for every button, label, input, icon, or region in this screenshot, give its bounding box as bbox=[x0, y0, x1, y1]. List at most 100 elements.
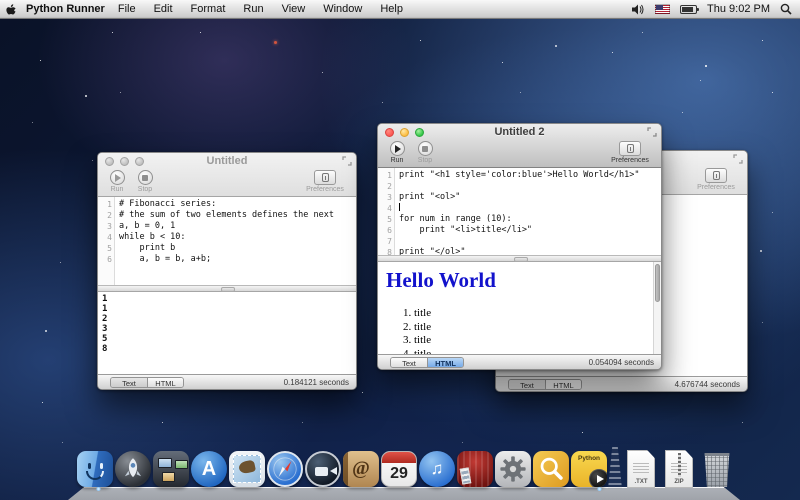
line-number-gutter: 12 34 56 78 bbox=[378, 168, 395, 255]
code-line[interactable]: a, b = 0, 1 bbox=[119, 221, 356, 232]
html-output-pane[interactable]: Hello World title title title title titl… bbox=[378, 262, 661, 354]
run-button[interactable]: Run bbox=[104, 170, 130, 193]
code-line[interactable] bbox=[399, 181, 661, 192]
output-line: 8 bbox=[102, 344, 352, 354]
dock-mail-icon[interactable] bbox=[227, 449, 267, 489]
pane-splitter[interactable] bbox=[98, 285, 356, 292]
menu-view[interactable]: View bbox=[282, 3, 306, 15]
finder-running-indicator bbox=[96, 487, 101, 491]
code-line[interactable]: print b bbox=[119, 243, 356, 254]
play-icon bbox=[395, 145, 401, 153]
fullscreen-icon[interactable] bbox=[342, 156, 352, 166]
code-line[interactable]: print "</ol>" bbox=[399, 247, 661, 255]
text-cursor bbox=[399, 203, 400, 211]
code-editor[interactable]: 12 34 56 # Fibonacci series: # the sum o… bbox=[98, 197, 356, 285]
battery-icon[interactable] bbox=[680, 5, 697, 14]
minimize-button[interactable] bbox=[400, 128, 409, 137]
code-line[interactable] bbox=[399, 236, 661, 247]
dock-system-preferences-icon[interactable] bbox=[493, 449, 533, 489]
preferences-icon bbox=[322, 173, 329, 182]
tab-html[interactable]: HTML bbox=[147, 378, 183, 387]
stop-icon bbox=[422, 146, 428, 152]
apple-menu[interactable] bbox=[0, 2, 22, 17]
dock-safari-icon[interactable] bbox=[265, 449, 305, 489]
scrollbar[interactable] bbox=[653, 262, 661, 354]
menu-clock[interactable]: Thu 9:02 PM bbox=[707, 3, 770, 15]
zoom-button[interactable] bbox=[135, 157, 144, 166]
code-line[interactable]: print "<li>title</li>" bbox=[399, 225, 661, 236]
preferences-button[interactable]: Preferences bbox=[690, 168, 742, 191]
pane-splitter[interactable] bbox=[378, 255, 661, 262]
code-line[interactable]: # Fibonacci series: bbox=[119, 199, 356, 210]
dock-address-book-icon[interactable]: @ bbox=[341, 449, 381, 489]
output-line: 3 bbox=[102, 324, 352, 334]
titlebar-untitled[interactable]: Untitled bbox=[98, 153, 356, 169]
tab-text[interactable]: Text bbox=[391, 358, 427, 367]
code-line[interactable]: # the sum of two elements defines the ne… bbox=[119, 210, 356, 221]
menu-edit[interactable]: Edit bbox=[154, 3, 173, 15]
menu-file[interactable]: File bbox=[118, 3, 136, 15]
dock-mission-control-icon[interactable] bbox=[151, 449, 191, 489]
play-icon bbox=[115, 174, 121, 182]
menu-run[interactable]: Run bbox=[243, 3, 263, 15]
dock: A @ 29 ♫ bbox=[76, 447, 736, 489]
menu-window[interactable]: Window bbox=[323, 3, 362, 15]
menu-format[interactable]: Format bbox=[191, 3, 226, 15]
code-editor[interactable]: 12 34 56 78 print "<h1 style='color:blue… bbox=[378, 168, 661, 255]
fullscreen-icon[interactable] bbox=[647, 127, 657, 137]
menu-app-name[interactable]: Python Runner bbox=[26, 3, 105, 15]
titlebar-untitled-2[interactable]: Untitled 2 bbox=[378, 124, 661, 140]
stop-button[interactable]: Stop bbox=[132, 170, 158, 193]
output-line: 1 bbox=[102, 294, 352, 304]
dock-ical-icon[interactable]: 29 bbox=[379, 449, 419, 489]
execution-time: 0.184121 seconds bbox=[284, 378, 349, 387]
fullscreen-icon[interactable] bbox=[733, 154, 743, 164]
close-button[interactable] bbox=[105, 157, 114, 166]
html-output-list: title title title title title title bbox=[414, 307, 653, 354]
html-output-heading: Hello World bbox=[386, 268, 653, 293]
dock-photo-booth-icon[interactable] bbox=[455, 449, 495, 489]
output-line: 5 bbox=[102, 334, 352, 344]
dock-zip-file-icon[interactable]: ZIP bbox=[659, 449, 699, 489]
window-untitled[interactable]: Untitled Run Stop Preferences bbox=[97, 152, 357, 390]
tab-text[interactable]: Text bbox=[111, 378, 147, 387]
code-line[interactable]: a, b = b, a+b; bbox=[119, 254, 356, 265]
tab-text[interactable]: Text bbox=[509, 380, 545, 389]
scrollbar-thumb[interactable] bbox=[655, 264, 660, 302]
stop-icon bbox=[142, 175, 148, 181]
desktop: Python Runner File Edit Format Run View … bbox=[0, 0, 800, 500]
stop-button[interactable]: Stop bbox=[412, 141, 438, 164]
volume-icon[interactable] bbox=[632, 4, 645, 15]
preferences-button[interactable]: Preferences bbox=[299, 170, 351, 193]
run-button[interactable]: Run bbox=[384, 141, 410, 164]
output-line: 1 bbox=[102, 304, 352, 314]
preferences-button[interactable]: Preferences bbox=[604, 141, 656, 164]
menu-help[interactable]: Help bbox=[380, 3, 403, 15]
keyboard-layout-flag-icon[interactable] bbox=[655, 4, 670, 14]
dock-txt-file-icon[interactable]: .TXT bbox=[621, 449, 661, 489]
code-line[interactable]: print "<h1 style='color:blue'>Hello Worl… bbox=[399, 170, 661, 181]
spotlight-icon[interactable] bbox=[780, 3, 792, 15]
code-line[interactable]: for num in range (10): bbox=[399, 214, 661, 225]
dock-finder-icon[interactable] bbox=[75, 449, 115, 489]
dock-python-runner-icon[interactable]: Python bbox=[569, 449, 609, 489]
status-bar: Text HTML 4.676744 seconds bbox=[496, 376, 747, 391]
dock-file-search-icon[interactable] bbox=[531, 449, 571, 489]
minimize-button[interactable] bbox=[120, 157, 129, 166]
output-pane[interactable]: 1 1 2 3 5 8 bbox=[98, 292, 356, 374]
code-line[interactable]: while b < 10: bbox=[119, 232, 356, 243]
dock-launchpad-icon[interactable] bbox=[113, 449, 153, 489]
status-bar: Text HTML 0.184121 seconds bbox=[98, 374, 356, 389]
zoom-button[interactable] bbox=[415, 128, 424, 137]
code-line[interactable] bbox=[399, 203, 661, 214]
tab-html[interactable]: HTML bbox=[427, 358, 463, 367]
dock-itunes-icon[interactable]: ♫ bbox=[417, 449, 457, 489]
dock-trash-icon[interactable] bbox=[697, 449, 737, 489]
tab-html[interactable]: HTML bbox=[545, 380, 581, 389]
code-line[interactable]: print "<ol>" bbox=[399, 192, 661, 203]
close-button[interactable] bbox=[385, 128, 394, 137]
dock-facetime-icon[interactable] bbox=[303, 449, 343, 489]
menu-bar: Python Runner File Edit Format Run View … bbox=[0, 0, 800, 19]
dock-app-store-icon[interactable]: A bbox=[189, 449, 229, 489]
window-untitled-2[interactable]: Untitled 2 Run Stop Preferences bbox=[377, 123, 662, 370]
